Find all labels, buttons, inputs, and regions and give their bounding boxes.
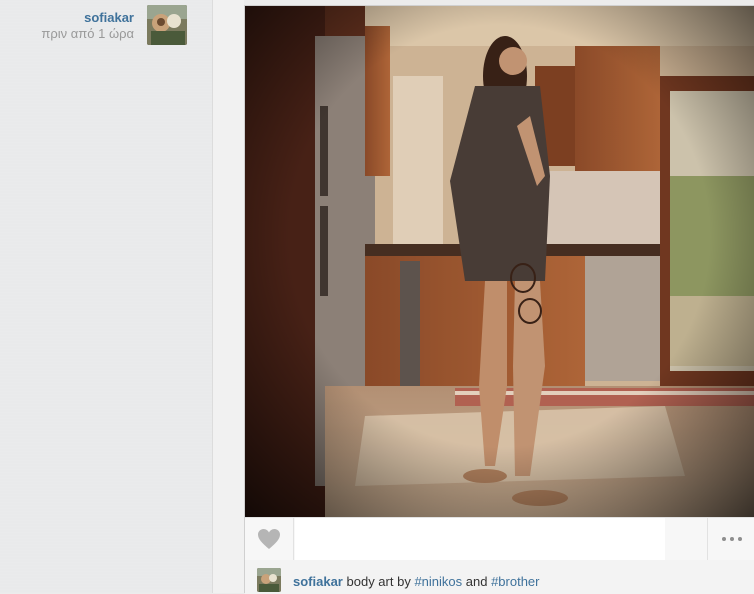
caption-and: and [462, 574, 492, 589]
author-avatar[interactable] [147, 5, 187, 45]
caption-text: sofiakar body art by #ninikos and #broth… [293, 574, 539, 589]
caption-avatar-image [257, 568, 281, 592]
caption-avatar[interactable] [257, 568, 281, 592]
action-bar [245, 517, 754, 560]
post-card: sofiakar body art by #ninikos and #broth… [244, 5, 754, 594]
caption-row: sofiakar body art by #ninikos and #broth… [245, 560, 754, 594]
heart-icon [258, 529, 280, 549]
gutter [213, 0, 244, 593]
hashtag-brother[interactable]: #brother [491, 574, 539, 589]
post-time[interactable]: πριν από 1 ώρα [41, 26, 134, 41]
left-column [0, 0, 212, 593]
photo-image [245, 6, 754, 517]
caption-username[interactable]: sofiakar [293, 574, 343, 589]
author-username[interactable]: sofiakar [84, 10, 134, 25]
post-photo[interactable] [245, 6, 754, 517]
more-options-button[interactable] [707, 518, 754, 560]
more-options-icon [720, 537, 744, 541]
avatar-image [147, 5, 187, 45]
caption-body: body art by [346, 574, 415, 589]
like-button[interactable] [245, 518, 294, 560]
hashtag-ninikos[interactable]: #ninikos [414, 574, 462, 589]
comment-input[interactable] [295, 518, 665, 560]
